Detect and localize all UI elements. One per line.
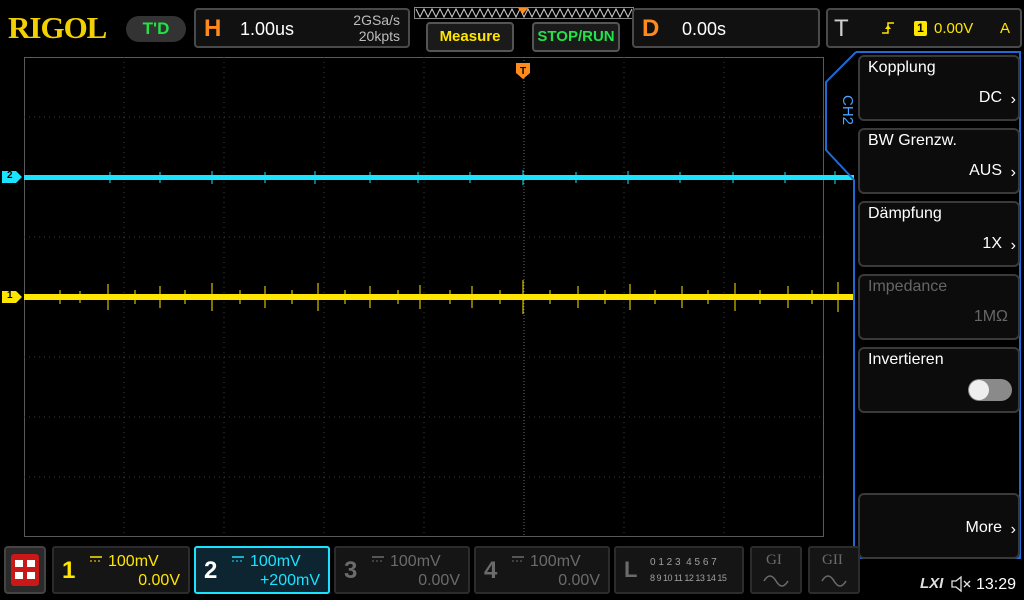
ch1-marker-label: 1 (7, 290, 13, 301)
dc-coupling-icon (90, 556, 102, 562)
main-menu-button[interactable] (4, 546, 46, 594)
ch2-marker-label: 2 (7, 170, 13, 181)
menu-coupling-label: Kopplung (868, 59, 936, 76)
invert-toggle[interactable] (968, 379, 1012, 401)
chevron-right-icon: › (1010, 237, 1016, 254)
dc-coupling-icon (512, 556, 524, 562)
stop-run-button[interactable]: STOP/RUN (532, 22, 620, 52)
logic-analyzer-box[interactable]: L 0 1 2 3 4 5 6 7 8 9 10 11 12 13 14 15 (614, 546, 744, 594)
measure-button[interactable]: Measure (426, 22, 514, 52)
generator1-label: GI (766, 552, 782, 568)
dc-coupling-icon (232, 556, 244, 562)
sine-wave-icon (821, 575, 847, 587)
trigger-source-badge: 1 (914, 21, 927, 36)
menu-bw-limit[interactable]: BW Grenzw. AUS › (858, 128, 1020, 194)
generator2-box[interactable]: GII (808, 546, 860, 594)
channel4-scale: 100mV (530, 553, 581, 570)
menu-coupling[interactable]: Kopplung DC › (858, 55, 1020, 121)
menu-probe-ratio[interactable]: Dämpfung 1X › (858, 201, 1020, 267)
channel3-number: 3 (344, 557, 358, 584)
chevron-right-icon: › (1010, 521, 1016, 538)
sine-wave-icon (763, 575, 789, 587)
memory-position-strip (414, 6, 634, 20)
generator2-label: GII (822, 552, 843, 568)
channel4-box[interactable]: 4 100mV 0.00V (474, 546, 610, 594)
channel1-offset: 0.00V (138, 572, 180, 589)
speaker-muted-icon[interactable] (950, 575, 972, 593)
menu-more[interactable]: More › (858, 493, 1020, 559)
trigger-level: 0.00V (934, 20, 974, 37)
delay-letter: D (642, 15, 660, 42)
trigger-letter: T (834, 15, 849, 42)
menu-probe-ratio-label: Dämpfung (868, 205, 942, 222)
channel2-box[interactable]: 2 100mV +200mV (194, 546, 330, 594)
menu-impedance: Impedance 1MΩ (858, 274, 1020, 340)
channel4-offset: 0.00V (558, 572, 600, 589)
menu-impedance-value: 1MΩ (973, 308, 1008, 325)
ch1-marker[interactable]: 1 (2, 290, 22, 303)
channel2-offset: +200mV (259, 572, 320, 589)
logic-letter: L (624, 557, 638, 582)
channel3-scale: 100mV (390, 553, 441, 570)
menu-bw-limit-value: AUS (969, 162, 1002, 179)
toggle-knob (969, 380, 989, 400)
channel1-number: 1 (62, 557, 76, 584)
menu-coupling-value: DC (978, 89, 1002, 106)
menu-impedance-label: Impedance (868, 278, 948, 295)
lxi-logo: LXI (920, 575, 944, 592)
trigger-panel[interactable]: T 1 0.00V A (826, 8, 1022, 48)
chevron-right-icon: › (1010, 164, 1016, 181)
channel2-number: 2 (204, 557, 218, 584)
channel1-scale: 100mV (108, 553, 159, 570)
dc-coupling-icon (372, 556, 384, 562)
ch2-marker[interactable]: 2 (2, 170, 22, 183)
horizontal-panel[interactable]: H 1.00us 2GSa/s 20kpts (194, 8, 410, 48)
logic-channels-row2: 8 9 10 11 12 13 14 15 (650, 573, 727, 583)
generator1-box[interactable]: GI (750, 546, 802, 594)
run-status-badge: T'D (126, 16, 186, 42)
side-menu-title: CH2 (839, 95, 856, 126)
channel4-number: 4 (484, 557, 498, 584)
channel1-box[interactable]: 1 100mV 0.00V (52, 546, 190, 594)
rising-edge-icon (880, 20, 896, 41)
sample-rate: 2GSa/s (353, 12, 400, 28)
chevron-right-icon: › (1010, 91, 1016, 108)
logic-channels-row1: 0 1 2 3 4 5 6 7 (650, 557, 717, 568)
menu-bw-limit-label: BW Grenzw. (868, 132, 957, 149)
menu-probe-ratio-value: 1X (982, 235, 1002, 252)
timebase-value: 1.00us (240, 19, 295, 39)
clock: 13:29 (976, 576, 1017, 593)
memory-depth: 20kpts (358, 28, 400, 44)
menu-invert[interactable]: Invertieren (858, 347, 1020, 413)
rigol-logo: RIGOL (8, 10, 107, 45)
delay-value: 0.00s (682, 19, 727, 39)
channel2-scale: 100mV (250, 553, 301, 570)
menu-more-label: More (965, 519, 1002, 536)
delay-panel[interactable]: D 0.00s (632, 8, 820, 48)
horizontal-letter: H (204, 15, 222, 42)
menu-invert-label: Invertieren (868, 351, 944, 368)
waveform-grid (24, 57, 824, 537)
trigger-mode: A (1000, 20, 1011, 37)
channel3-offset: 0.00V (418, 572, 460, 589)
channel3-box[interactable]: 3 100mV 0.00V (334, 546, 470, 594)
